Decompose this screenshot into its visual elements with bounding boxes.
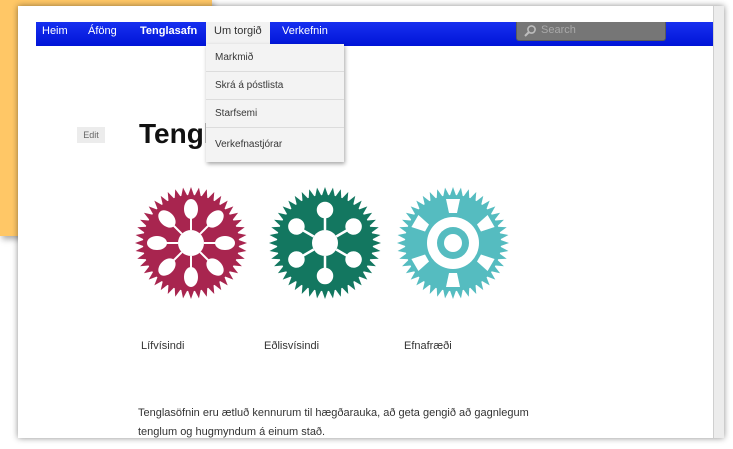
menu-item-mailing-list[interactable]: Skrá á póstlista xyxy=(206,72,344,100)
search-input[interactable]: Search xyxy=(516,22,666,41)
window-edge xyxy=(713,6,724,438)
nav-item-about[interactable]: Um torgið xyxy=(206,22,270,46)
browser-window: Heim Áföng Tenglasafn Um torgið Verkefni… xyxy=(18,6,724,438)
nav-item-projects[interactable]: Verkefnin xyxy=(282,22,328,46)
menu-item-project-managers[interactable]: Verkefnastjórar xyxy=(206,128,344,162)
main-navbar: Heim Áföng Tenglasafn Um torgið Verkefni… xyxy=(36,22,714,46)
page-content: Heim Áföng Tenglasafn Um torgið Verkefni… xyxy=(18,6,714,438)
search-placeholder: Search xyxy=(541,24,576,36)
category-label-chemistry[interactable]: Efnafræði xyxy=(404,340,452,352)
nav-item-home[interactable]: Heim xyxy=(42,22,68,46)
atom-gear-icon[interactable] xyxy=(268,186,382,300)
category-label-physical-sciences[interactable]: Eðlisvísindi xyxy=(264,340,319,352)
menu-item-activities[interactable]: Starfsemi xyxy=(206,100,344,128)
intro-paragraph: Tenglasöfnin eru ætluð kennurum til hægð… xyxy=(138,407,529,438)
nav-item-courses[interactable]: Áföng xyxy=(88,22,117,46)
menu-item-goals[interactable]: Markmið xyxy=(206,44,344,72)
nav-item-link-collection[interactable]: Tenglasafn xyxy=(140,22,197,46)
category-label-life-sciences[interactable]: Lífvísindi xyxy=(141,340,184,352)
flask-gear-icon[interactable] xyxy=(396,186,510,300)
search-icon xyxy=(524,25,536,37)
leaf-gear-icon[interactable] xyxy=(134,186,248,300)
edit-button[interactable]: Edit xyxy=(77,127,105,143)
about-dropdown-menu: Markmið Skrá á póstlista Starfsemi Verke… xyxy=(206,44,344,162)
